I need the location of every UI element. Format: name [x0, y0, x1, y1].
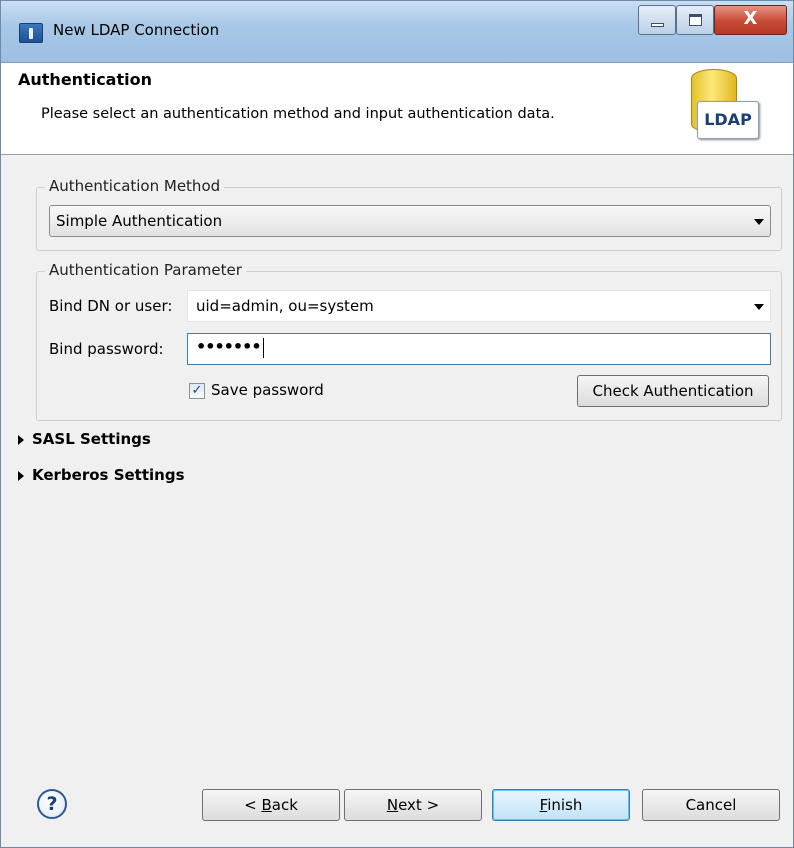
bind-dn-value: uid=admin, ou=system [196, 297, 374, 315]
title-bar[interactable]: New LDAP Connection X [1, 1, 793, 63]
text-cursor [262, 337, 264, 358]
close-button[interactable]: X [714, 5, 787, 35]
authentication-method-value: Simple Authentication [56, 212, 223, 230]
window-title: New LDAP Connection [53, 21, 220, 39]
sasl-settings-section[interactable]: SASL Settings [32, 430, 151, 448]
sasl-expand-icon[interactable] [18, 435, 24, 445]
kerberos-expand-icon[interactable] [18, 471, 24, 481]
bind-dn-label: Bind DN or user: [49, 297, 173, 315]
save-password-checkbox[interactable]: ✓ [189, 383, 205, 399]
authentication-method-group: Authentication Method Simple Authenticat… [36, 177, 782, 251]
back-label: ack [271, 796, 298, 814]
save-password-label: Save password [211, 381, 324, 399]
app-icon [19, 23, 43, 43]
close-icon: X [743, 8, 758, 29]
page-description: Please select an authentication method a… [41, 106, 555, 122]
finish-button[interactable]: Finish [492, 789, 630, 821]
chevron-down-icon [754, 219, 764, 225]
maximize-icon [689, 14, 702, 26]
minimize-button[interactable] [638, 5, 676, 35]
maximize-button[interactable] [676, 5, 714, 35]
page-title: Authentication [18, 70, 152, 89]
next-button[interactable]: Next > [344, 789, 482, 821]
bind-password-value: ••••••• [196, 337, 264, 358]
authentication-method-legend: Authentication Method [45, 177, 225, 195]
back-prefix: < [244, 796, 262, 814]
cancel-button[interactable]: Cancel [642, 789, 780, 821]
minimize-icon [651, 23, 664, 27]
authentication-parameter-group: Authentication Parameter Bind DN or user… [36, 261, 782, 421]
bind-password-label: Bind password: [49, 340, 164, 358]
bind-password-field[interactable]: ••••••• [187, 333, 771, 365]
password-mask: ••••••• [196, 337, 262, 356]
kerberos-settings-section[interactable]: Kerberos Settings [32, 466, 185, 484]
next-mnemonic: N [386, 796, 399, 814]
ldap-database-icon: LDAP [689, 67, 769, 147]
authentication-parameter-legend: Authentication Parameter [45, 261, 246, 279]
back-button[interactable]: < Back [202, 789, 340, 821]
bind-dn-combobox[interactable]: uid=admin, ou=system [187, 290, 771, 322]
authentication-method-dropdown[interactable]: Simple Authentication [49, 205, 771, 237]
chevron-down-icon [754, 304, 764, 310]
dialog-window: New LDAP Connection X Authentication Ple… [0, 0, 794, 848]
check-authentication-button[interactable]: Check Authentication [577, 375, 769, 407]
ldap-logo-label: LDAP [697, 101, 759, 139]
finish-label: inish [547, 796, 583, 814]
help-icon[interactable]: ? [37, 789, 67, 819]
header-banner: Authentication Please select an authenti… [1, 63, 793, 155]
next-label: ext > [398, 796, 440, 814]
back-mnemonic: B [261, 796, 272, 814]
